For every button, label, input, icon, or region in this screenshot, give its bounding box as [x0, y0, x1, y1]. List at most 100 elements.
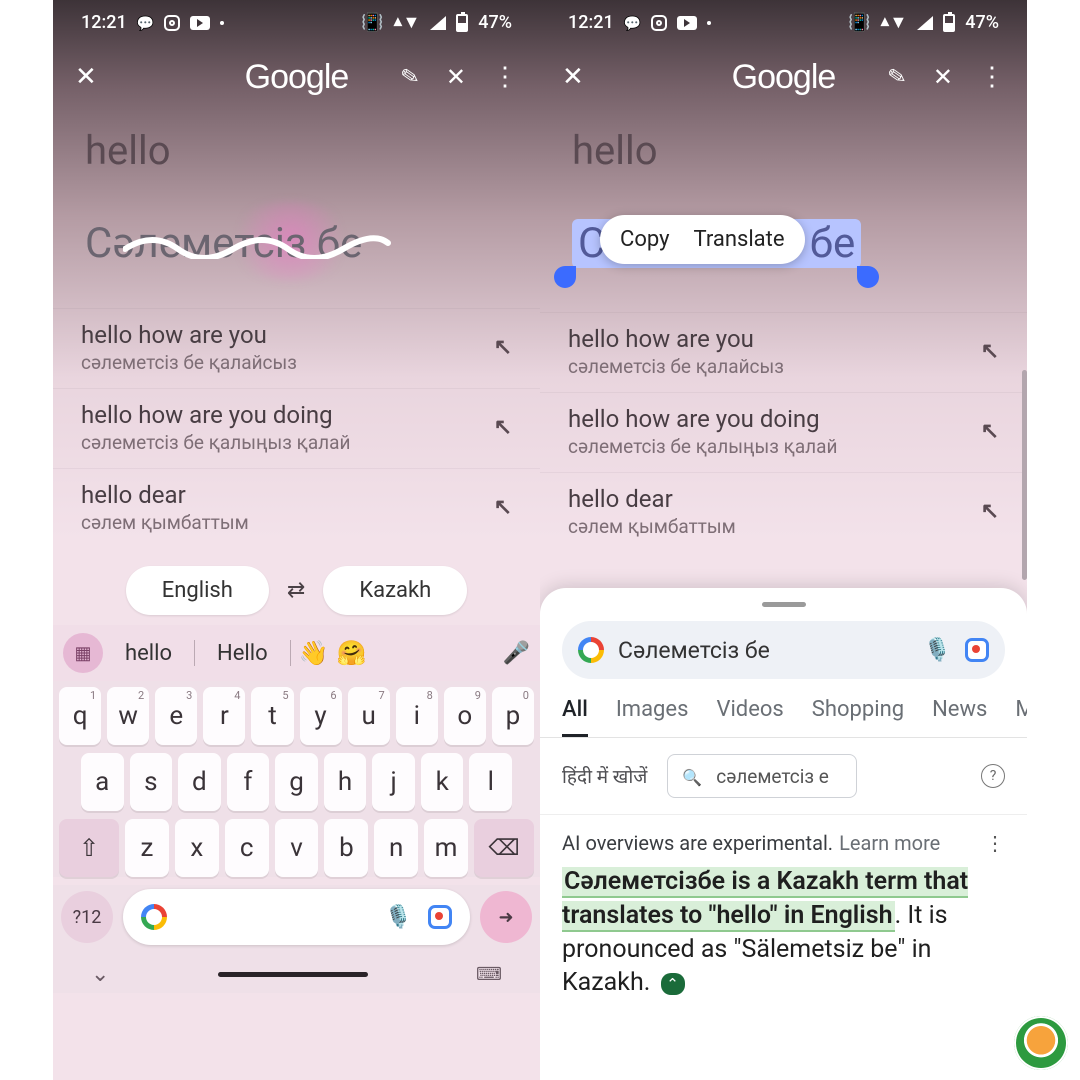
translate-action[interactable]: Translate [694, 227, 785, 252]
key-g[interactable]: g [275, 753, 318, 811]
scroll-indicator[interactable] [1022, 370, 1027, 580]
voice-search-icon[interactable] [385, 905, 412, 930]
kb-suggestion[interactable]: hello [111, 641, 186, 666]
lens-icon[interactable] [965, 638, 989, 662]
key-n[interactable]: n [374, 819, 418, 877]
search-bottom-sheet[interactable]: Сәлеметсіз бе All Images Videos Shopping… [540, 588, 1027, 1080]
magic-edit-icon[interactable] [888, 65, 906, 90]
copy-action[interactable]: Copy [620, 227, 670, 252]
wifi-icon: ▼ [880, 12, 907, 33]
key-u[interactable]: u7 [348, 687, 390, 745]
magic-edit-icon[interactable] [401, 65, 419, 90]
key-i[interactable]: i8 [396, 687, 438, 745]
close-button[interactable] [75, 62, 97, 92]
lens-icon[interactable] [428, 905, 452, 929]
insert-arrow-icon[interactable] [494, 335, 512, 360]
learn-more-link[interactable]: Learn more [839, 831, 940, 855]
ai-overflow-icon[interactable] [985, 831, 1005, 855]
key-q[interactable]: q1 [59, 687, 101, 745]
key-x[interactable]: x [175, 819, 219, 877]
key-e[interactable]: e3 [155, 687, 197, 745]
suggestion-item[interactable]: hello how are you сәлеметсіз бе қалайсыз [53, 308, 540, 388]
insert-arrow-icon[interactable] [494, 495, 512, 520]
keyboard-mic-icon[interactable] [503, 641, 530, 666]
tab-news[interactable]: News [932, 697, 987, 737]
vibrate-icon [848, 12, 870, 33]
tab-shopping[interactable]: Shopping [812, 697, 904, 737]
notif-more-icon [707, 21, 711, 25]
tab-all[interactable]: All [562, 697, 588, 737]
insert-arrow-icon[interactable] [981, 419, 999, 444]
suggestion-item[interactable]: hello how are you doing сәлеметсіз бе қа… [540, 392, 1027, 472]
key-l[interactable]: l [469, 753, 512, 811]
keyboard-apps-icon[interactable] [63, 633, 103, 673]
kb-emoji-suggestion[interactable]: 🤗 [337, 639, 367, 667]
enter-key[interactable] [480, 891, 532, 943]
suggestion-en: hello how are you doing [81, 401, 350, 429]
close-button[interactable] [562, 62, 584, 92]
key-c[interactable]: c [225, 819, 269, 877]
search-query[interactable]: Сәлеметсіз бе [618, 637, 910, 664]
swap-languages-icon[interactable] [287, 578, 305, 603]
suggestion-item[interactable]: hello dear сәлем қымбаттым [540, 472, 1027, 552]
hindi-hint[interactable]: हिंदी में खोजें [562, 763, 647, 789]
sheet-grabber[interactable] [762, 602, 806, 607]
source-text[interactable]: hello [85, 127, 508, 174]
key-p[interactable]: p0 [492, 687, 534, 745]
key-r[interactable]: r4 [203, 687, 245, 745]
suggestion-item[interactable]: hello how are you сәлеметсіз бе қалайсыз [540, 312, 1027, 392]
search-box[interactable]: Сәлеметсіз бе [562, 621, 1005, 679]
key-o[interactable]: o9 [444, 687, 486, 745]
battery-percent: 47% [965, 12, 999, 33]
insert-arrow-icon[interactable] [981, 499, 999, 524]
suggestion-item[interactable]: hello how are you doing сәлеметсіз бе қа… [53, 388, 540, 468]
key-f[interactable]: f [227, 753, 270, 811]
key-v[interactable]: v [275, 819, 319, 877]
clear-button[interactable] [446, 63, 466, 91]
lang-to-chip[interactable]: Kazakh [323, 566, 467, 615]
shift-key[interactable] [59, 819, 119, 877]
collapse-keyboard-icon[interactable] [91, 962, 109, 987]
clear-button[interactable] [933, 63, 953, 91]
help-icon[interactable]: ? [981, 764, 1005, 788]
tab-maps[interactable]: Maps [1015, 697, 1027, 737]
key-s[interactable]: s [130, 753, 173, 811]
insert-arrow-icon[interactable] [981, 339, 999, 364]
watermark-logo [1014, 1016, 1068, 1070]
key-z[interactable]: z [125, 819, 169, 877]
expand-chip-icon[interactable] [661, 973, 685, 995]
key-m[interactable]: m [424, 819, 468, 877]
phone-left: 12:21 ▼ 47% Google [53, 0, 540, 1080]
switch-keyboard-icon[interactable] [476, 964, 502, 985]
suggestion-item[interactable]: hello dear сәлем қымбаттым [53, 468, 540, 548]
key-k[interactable]: k [421, 753, 464, 811]
key-h[interactable]: h [324, 753, 367, 811]
key-b[interactable]: b [324, 819, 368, 877]
insert-arrow-icon[interactable] [494, 415, 512, 440]
lang-from-chip[interactable]: English [126, 566, 269, 615]
key-d[interactable]: d [178, 753, 221, 811]
gesture-bar[interactable] [218, 972, 368, 977]
google-search-pill[interactable] [123, 889, 470, 945]
target-text[interactable]: Сәлеметсіз бе [85, 219, 362, 268]
voice-search-icon[interactable] [924, 638, 951, 663]
key-t[interactable]: t5 [251, 687, 293, 745]
key-a[interactable]: a [81, 753, 124, 811]
key-j[interactable]: j [372, 753, 415, 811]
kb-suggestion[interactable]: Hello [203, 641, 282, 666]
app-bar: Google [53, 45, 540, 109]
backspace-key[interactable] [474, 819, 534, 877]
overflow-menu-icon[interactable] [492, 62, 518, 92]
keyboard[interactable]: q1w2e3r4t5y6u7i8o9p0 asdfghjkl zxcvbnm [53, 681, 540, 877]
key-y[interactable]: y6 [300, 687, 342, 745]
symbols-key[interactable]: ?12 [61, 891, 113, 943]
overflow-menu-icon[interactable] [979, 62, 1005, 92]
selection-handle-end[interactable] [857, 266, 879, 288]
tab-videos[interactable]: Videos [716, 697, 783, 737]
kb-emoji-suggestion[interactable]: 👋 [299, 639, 329, 667]
source-text[interactable]: hello [572, 127, 995, 174]
selection-handle-start[interactable] [554, 266, 576, 288]
tab-images[interactable]: Images [616, 697, 689, 737]
key-w[interactable]: w2 [107, 687, 149, 745]
refine-box[interactable]: сәлеметсіз е [667, 754, 857, 798]
